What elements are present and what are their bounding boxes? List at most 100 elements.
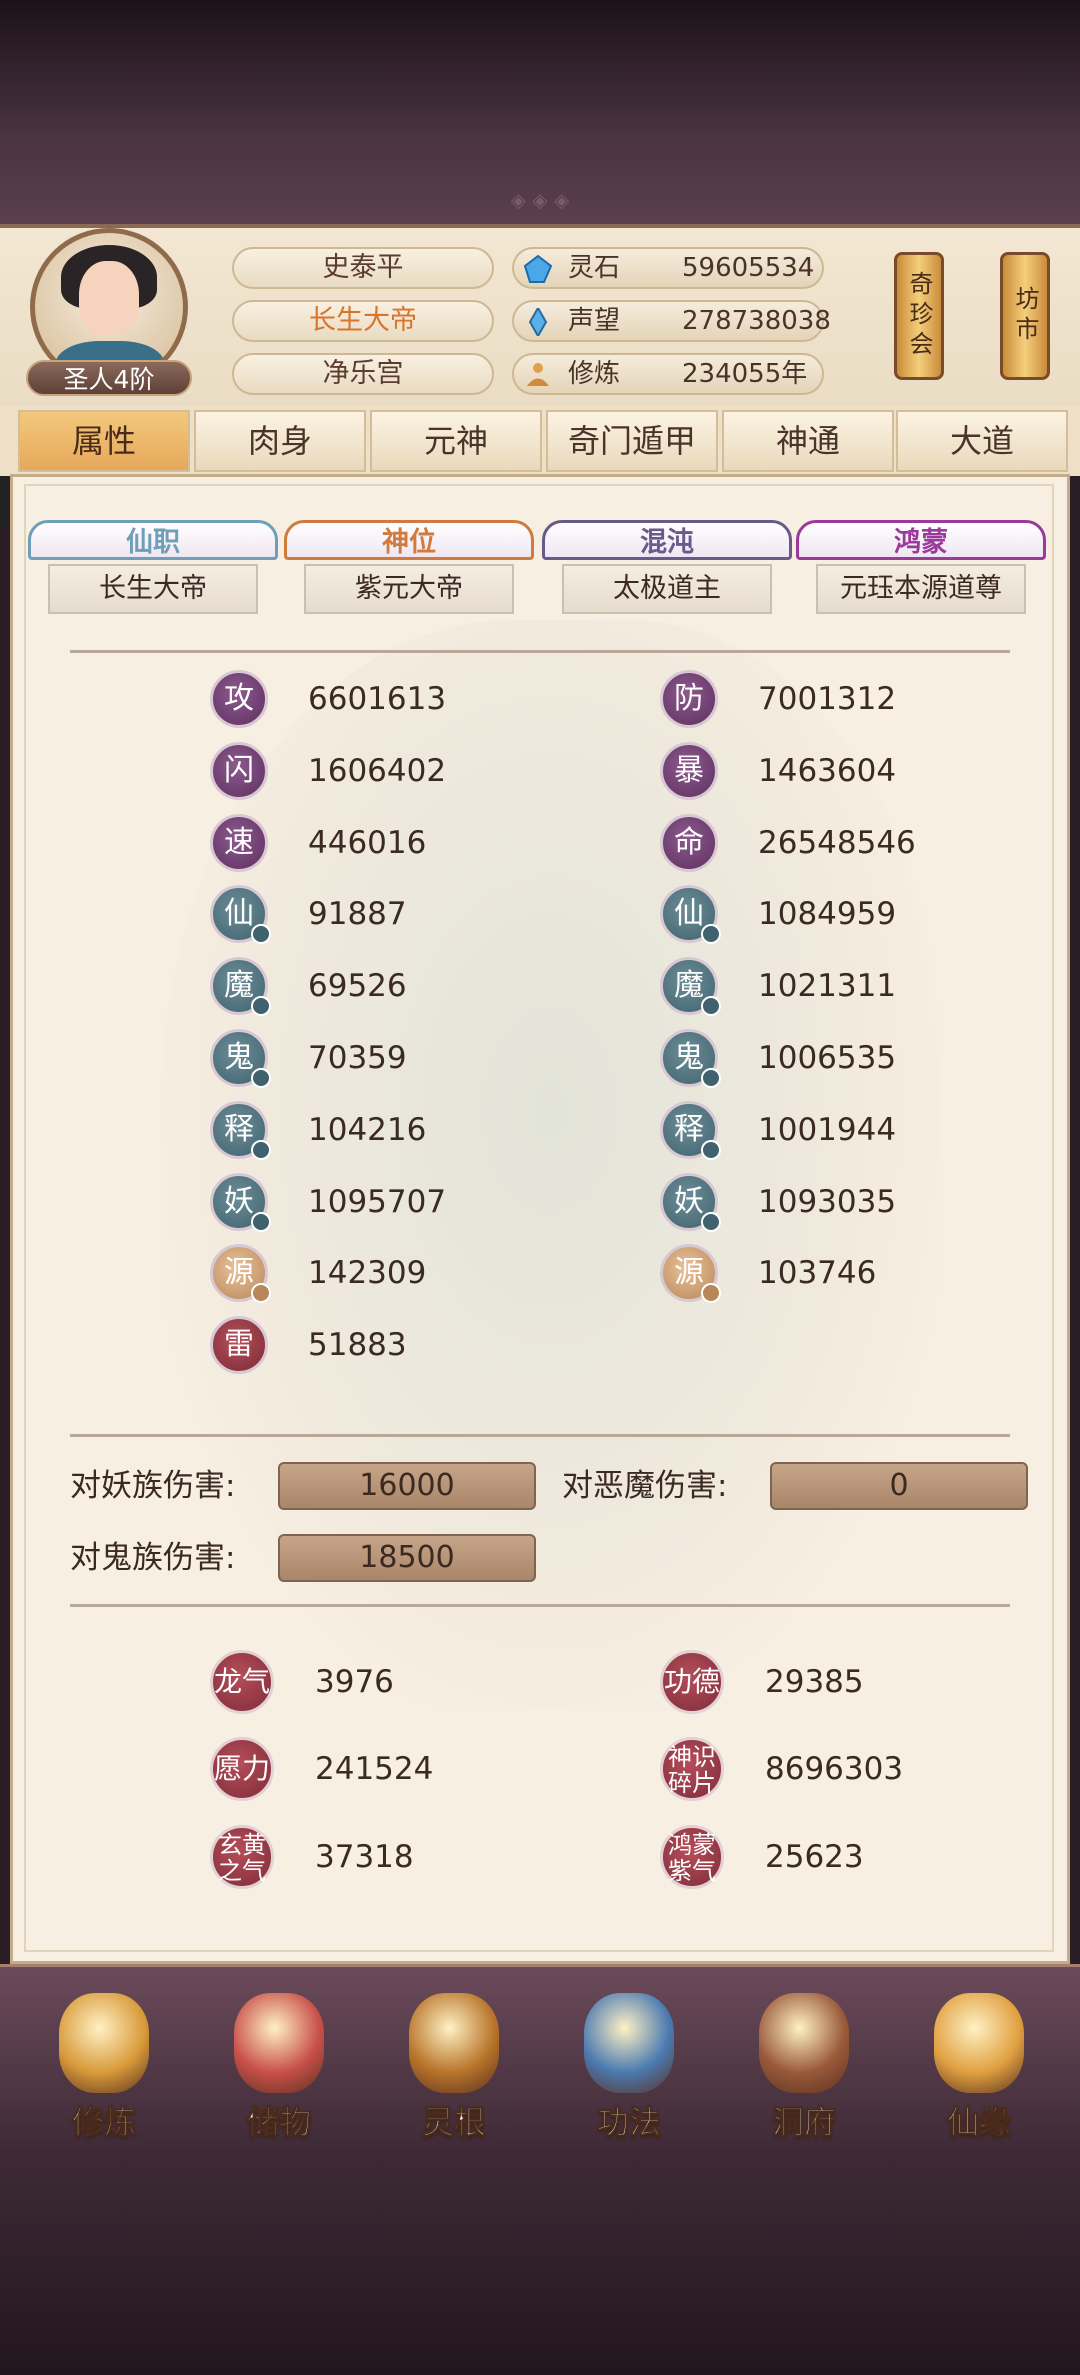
stat-icon-stats_left-5[interactable]: 鬼 <box>210 1029 271 1088</box>
cultivation-icon <box>59 1993 149 2093</box>
stat-value-stats_right-2: 26548546 <box>758 824 916 861</box>
spirit-root-icon <box>409 1993 499 2093</box>
extra-value-0: 3976 <box>315 1664 394 1700</box>
nav-item-5[interactable]: 仙缘 <box>899 1985 1059 2145</box>
stat-char: 速 <box>224 824 254 860</box>
rank-badge: 圣人4阶 <box>26 360 192 396</box>
stat-value-stats_left-2: 446016 <box>308 824 427 861</box>
avatar-face <box>79 261 139 335</box>
resource-value: 59605534 <box>682 253 815 283</box>
cave-abode-icon <box>759 1993 849 2093</box>
immortal-fate-icon <box>934 1993 1024 2093</box>
title-value-3: 元珏本源道尊 <box>816 564 1026 614</box>
player-title: 长生大帝 <box>232 300 494 342</box>
stat-icon-stats_left-2[interactable]: 速 <box>210 813 268 872</box>
stat-value-stats_left-5: 70359 <box>308 1040 407 1076</box>
extra-value-4: 37318 <box>315 1839 414 1875</box>
stat-indicator-dot <box>701 1068 721 1088</box>
stat-icon-stats_right-7[interactable]: 妖 <box>660 1172 721 1232</box>
stat-value-stats_right-4: 1021311 <box>758 968 897 1005</box>
stat-value-stats_left-8: 142309 <box>308 1255 427 1292</box>
stat-value-stats_right-7: 1093035 <box>758 1183 897 1220</box>
nav-item-4[interactable]: 洞府 <box>724 1985 884 2145</box>
extra-icon-4: 玄黄之气 <box>210 1825 274 1889</box>
title-value-1: 紫元大帝 <box>304 564 514 614</box>
stat-value-stats_right-0: 7001312 <box>758 681 897 717</box>
nav-item-0[interactable]: 修炼 <box>24 1985 184 2145</box>
extra-icon-label: 鸿蒙紫气 <box>668 1831 716 1885</box>
stat-icon-stats_right-2[interactable]: 命 <box>660 813 718 872</box>
stat-value-stats_left-0: 6601613 <box>308 681 447 717</box>
stat-icon-stats_left-7[interactable]: 妖 <box>210 1172 271 1232</box>
nav-item-2[interactable]: 灵根 <box>374 1985 534 2145</box>
stat-icon-stats_right-3[interactable]: 仙 <box>660 885 721 945</box>
stat-value-stats_left-4: 69526 <box>308 968 407 1005</box>
treasure-fair-button[interactable]: 奇珍会 <box>894 252 944 380</box>
tab-soul[interactable]: 元神 <box>370 410 542 472</box>
resource-value: 234055年 <box>682 359 808 389</box>
stat-icon-stats_left-1[interactable]: 闪 <box>210 741 268 800</box>
stat-char: 雷 <box>224 1327 254 1363</box>
stat-icon-stats_right-5[interactable]: 鬼 <box>660 1029 721 1088</box>
player-name: 史泰平 <box>232 247 494 289</box>
stat-icon-stats_right-1[interactable]: 暴 <box>660 741 718 800</box>
extra-value-1: 29385 <box>765 1664 864 1700</box>
nav-item-3[interactable]: 功法 <box>549 1985 709 2145</box>
title-tag-0: 仙职 <box>28 520 278 560</box>
stat-value-stats_right-8: 103746 <box>758 1255 877 1292</box>
tab-attributes[interactable]: 属性 <box>18 410 190 472</box>
stat-icon-stats_left-6[interactable]: 释 <box>210 1100 271 1160</box>
resource-cultivation: 修炼 234055年 <box>512 353 824 395</box>
storage-bag-icon <box>234 1993 324 2093</box>
resource-label: 灵石 <box>568 253 621 283</box>
stat-char: 源 <box>224 1255 254 1291</box>
stat-indicator-dot <box>251 1211 271 1232</box>
meditation-icon <box>527 363 549 386</box>
player-palace: 净乐宫 <box>232 353 494 395</box>
tab-great-dao[interactable]: 大道 <box>896 410 1068 472</box>
stat-char: 仙 <box>674 896 704 932</box>
resource-value: 278738038 <box>682 306 831 336</box>
stat-icon-stats_left-4[interactable]: 魔 <box>210 957 271 1017</box>
nav-item-1[interactable]: 储物 <box>199 1985 359 2145</box>
stat-value-stats_right-1: 1463604 <box>758 752 897 789</box>
tab-qimen[interactable]: 奇门遁甲 <box>546 410 718 472</box>
stat-char: 鬼 <box>224 1040 254 1075</box>
nav-label: 修炼 <box>71 2103 136 2142</box>
stat-indicator-dot <box>701 1139 721 1160</box>
stat-char: 闪 <box>224 752 254 788</box>
extra-icon-3: 神识碎片 <box>660 1737 724 1801</box>
ornament-divider: ◈ ◈ ◈ <box>510 188 570 212</box>
stat-value-stats_right-3: 1084959 <box>758 896 897 933</box>
stat-icon-stats_right-4[interactable]: 魔 <box>660 957 721 1017</box>
title-value-0: 长生大帝 <box>48 564 258 614</box>
nav-label: 仙缘 <box>946 2103 1011 2142</box>
stat-indicator-dot <box>251 1068 271 1088</box>
stat-value-stats_left-9: 51883 <box>308 1327 407 1364</box>
stat-icon-stats_left-3[interactable]: 仙 <box>210 885 271 945</box>
stat-icon-stats_left-9[interactable]: 雷 <box>210 1316 268 1375</box>
tab-body[interactable]: 肉身 <box>194 410 366 472</box>
title-tag-3: 鸿蒙 <box>796 520 1046 560</box>
nav-label: 功法 <box>596 2103 661 2142</box>
stat-value-stats_left-6: 104216 <box>308 1111 427 1148</box>
stat-char: 释 <box>224 1111 254 1147</box>
extra-icon-label: 功德 <box>663 1665 720 1698</box>
stat-value-stats_left-3: 91887 <box>308 896 407 933</box>
stat-char: 妖 <box>674 1183 704 1219</box>
market-button[interactable]: 坊市 <box>1000 252 1050 380</box>
technique-book-icon <box>584 1993 674 2093</box>
resource-label: 声望 <box>568 306 621 336</box>
damage-value-1: 0 <box>770 1462 1028 1510</box>
stat-icon-stats_right-0[interactable]: 防 <box>660 670 718 728</box>
stat-icon-stats_left-8[interactable]: 源 <box>210 1244 271 1304</box>
tab-divine-power[interactable]: 神通 <box>722 410 894 472</box>
extra-icon-2: 愿力 <box>210 1737 274 1801</box>
stat-icon-stats_right-8[interactable]: 源 <box>660 1244 721 1304</box>
damage-label-1: 对恶魔伤害: <box>562 1468 728 1504</box>
nav-label: 灵根 <box>421 2103 486 2142</box>
stat-char: 魔 <box>674 968 704 1004</box>
stat-icon-stats_right-6[interactable]: 释 <box>660 1100 721 1160</box>
stat-icon-stats_left-0[interactable]: 攻 <box>210 670 268 728</box>
stat-indicator-dot <box>701 1211 721 1232</box>
